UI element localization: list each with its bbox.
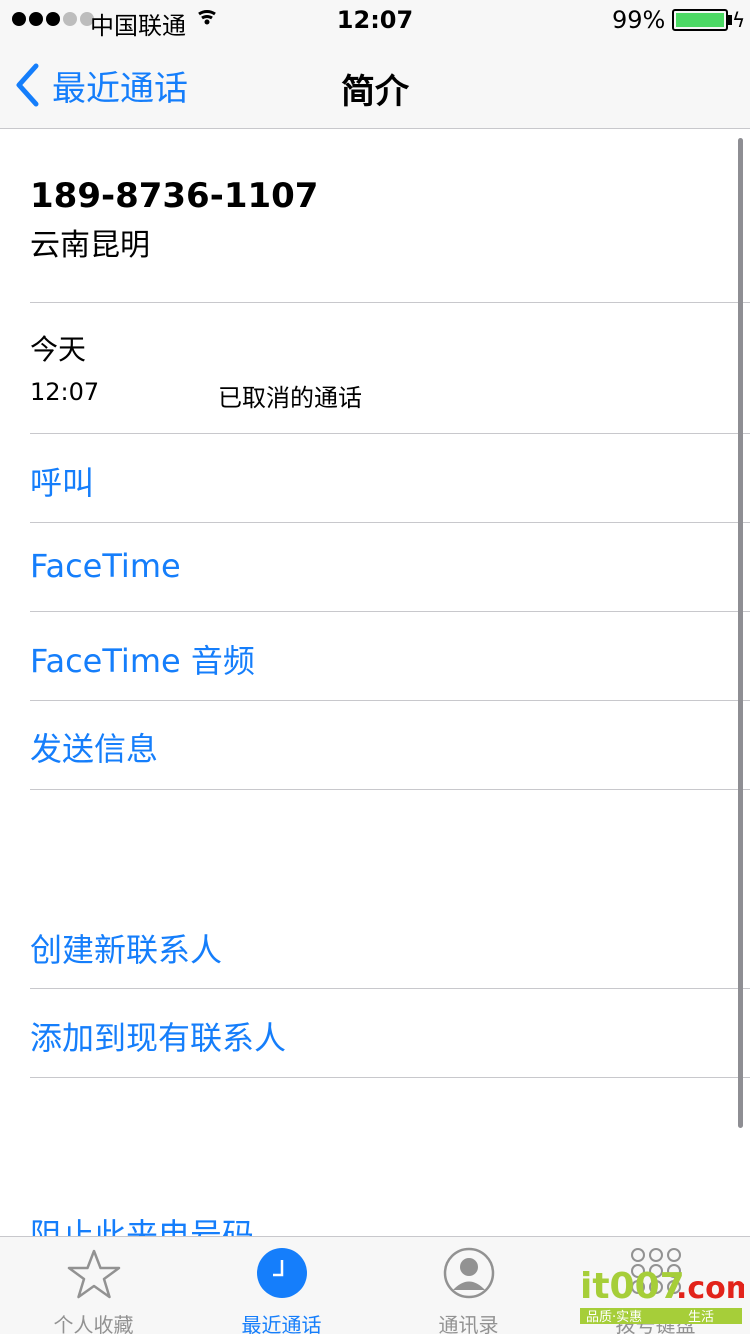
star-icon bbox=[67, 1249, 120, 1299]
clock-icon bbox=[256, 1248, 307, 1298]
status-bar: 中国联通 12:07 99% ϟ bbox=[0, 0, 750, 40]
person-icon bbox=[443, 1247, 494, 1299]
divider bbox=[30, 433, 750, 434]
tab-contacts[interactable]: 通讯录 bbox=[375, 1237, 562, 1334]
tab-favorites[interactable]: 个人收藏 bbox=[0, 1237, 187, 1334]
facetime-audio-button[interactable]: FaceTime 音频 bbox=[30, 636, 255, 682]
call-day-label: 今天 bbox=[30, 333, 87, 366]
number-location: 云南昆明 bbox=[30, 228, 150, 263]
send-message-button[interactable]: 发送信息 bbox=[30, 724, 158, 770]
block-caller-button[interactable]: 阻止此来电号码 bbox=[30, 1210, 254, 1236]
svg-text:.com: .com bbox=[676, 1271, 744, 1306]
divider bbox=[30, 611, 750, 612]
divider bbox=[30, 302, 750, 303]
contact-detail-content: 189-8736-1107 云南昆明 今天 12:07 已取消的通话 呼叫 Fa… bbox=[0, 130, 750, 1236]
create-contact-button[interactable]: 创建新联系人 bbox=[30, 925, 222, 971]
svg-text:it007: it007 bbox=[580, 1266, 685, 1307]
tab-label: 通讯录 bbox=[438, 1313, 499, 1334]
tab-label: 个人收藏 bbox=[53, 1313, 134, 1334]
scrollbar[interactable] bbox=[738, 138, 743, 1128]
call-status: 已取消的通话 bbox=[218, 384, 362, 412]
divider bbox=[30, 700, 750, 701]
svg-text:品质·实惠: 品质·实惠 bbox=[586, 1310, 642, 1325]
call-time: 12:07 bbox=[30, 378, 100, 406]
navigation-bar: 最近通话 简介 bbox=[0, 40, 750, 129]
divider bbox=[30, 988, 750, 989]
divider bbox=[30, 522, 750, 523]
watermark-logo: it007 .com 品质·实惠 生活 bbox=[578, 1262, 750, 1326]
add-to-contact-button[interactable]: 添加到现有联系人 bbox=[30, 1013, 286, 1059]
phone-number: 189-8736-1107 bbox=[30, 176, 319, 216]
page-title: 简介 bbox=[341, 72, 409, 112]
divider bbox=[30, 789, 750, 790]
tab-label: 最近通话 bbox=[241, 1313, 322, 1334]
facetime-button[interactable]: FaceTime bbox=[30, 547, 181, 585]
charging-icon: ϟ bbox=[732, 8, 746, 32]
call-button[interactable]: 呼叫 bbox=[30, 458, 94, 504]
tab-recents[interactable]: 最近通话 bbox=[188, 1237, 375, 1334]
battery-percent: 99% bbox=[612, 6, 666, 34]
divider bbox=[30, 1077, 750, 1078]
battery-icon bbox=[672, 9, 728, 31]
svg-text:生活: 生活 bbox=[688, 1310, 714, 1325]
